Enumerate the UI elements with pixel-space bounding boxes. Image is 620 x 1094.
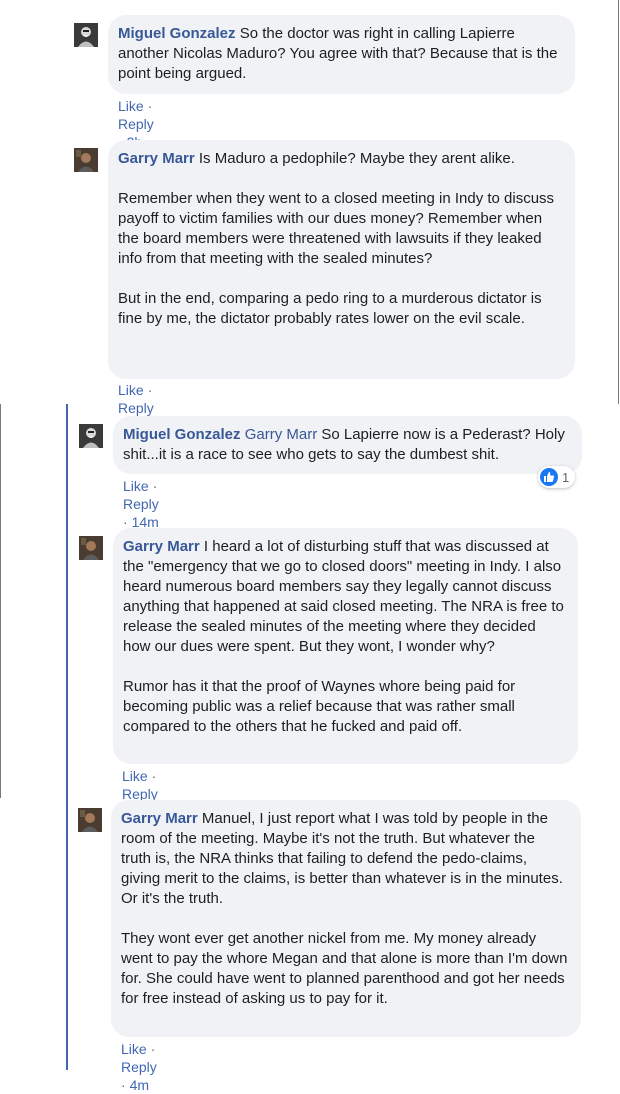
separator-dot: · <box>152 478 158 494</box>
avatar[interactable] <box>74 148 98 172</box>
reply-thread-line <box>66 798 68 1070</box>
reply-link[interactable]: Reply <box>121 1059 157 1075</box>
avatar[interactable] <box>78 808 102 832</box>
separator-dot: · <box>147 98 153 114</box>
reply-link[interactable]: Reply <box>118 116 154 132</box>
separator-dot: · <box>147 382 153 398</box>
comment-text: Miguel Gonzalez So the doctor was right … <box>118 24 563 84</box>
separator-dot: · <box>151 768 157 784</box>
comment-bubble: Garry Marr Is Maduro a pedophile? Maybe … <box>108 140 575 379</box>
comment-bubble: Garry Marr Manuel, I just report what I … <box>111 800 581 1037</box>
comment-text: Miguel Gonzalez Garry Marr So Lapierre n… <box>123 425 570 465</box>
mention-tag[interactable]: Garry Marr <box>245 426 318 443</box>
reply-link[interactable]: Reply <box>118 400 154 416</box>
author-name[interactable]: Garry Marr <box>123 538 200 555</box>
reaction-count: 1 <box>562 469 570 485</box>
edge-divider-left <box>0 404 1 798</box>
separator-dot: · <box>121 1077 126 1093</box>
reply-thread-line <box>66 404 68 798</box>
comment-bubble: Miguel Gonzalez So the doctor was right … <box>108 15 575 94</box>
edge-divider-top <box>618 0 619 404</box>
author-name[interactable]: Miguel Gonzalez <box>123 426 241 443</box>
comment-paragraph: Rumor has it that the proof of Waynes wh… <box>123 678 520 735</box>
like-link[interactable]: Like <box>122 768 148 784</box>
comment-body: Is Maduro a pedophile? Maybe they arent … <box>198 150 515 167</box>
comment-bubble: Garry Marr I heard a lot of disturbing s… <box>113 528 578 764</box>
reaction-summary[interactable]: 1 <box>538 466 576 488</box>
like-link[interactable]: Like <box>118 98 144 114</box>
author-name[interactable]: Garry Marr <box>121 810 198 827</box>
comment-text: Garry Marr Is Maduro a pedophile? Maybe … <box>118 149 563 169</box>
author-name[interactable]: Garry Marr <box>118 150 195 167</box>
separator-dot: · <box>150 1041 156 1057</box>
comment-text: Garry Marr I heard a lot of disturbing s… <box>123 537 566 657</box>
like-link[interactable]: Like <box>121 1041 147 1057</box>
avatar[interactable] <box>79 424 103 448</box>
timestamp[interactable]: 4m <box>130 1077 149 1093</box>
comment-actions: Like · Reply · 14m <box>123 477 159 531</box>
avatar[interactable] <box>74 23 98 47</box>
comment-paragraph: They wont ever get another nickel from m… <box>121 930 572 1007</box>
author-name[interactable]: Miguel Gonzalez <box>118 25 236 42</box>
comment-bubble: Miguel Gonzalez Garry Marr So Lapierre n… <box>113 416 582 474</box>
avatar[interactable] <box>79 536 103 560</box>
comment-paragraph: But in the end, comparing a pedo ring to… <box>118 290 546 327</box>
thumbs-up-icon <box>540 468 558 486</box>
comment-body: I heard a lot of disturbing stuff that w… <box>123 538 569 655</box>
like-link[interactable]: Like <box>123 478 149 494</box>
comment-actions: Like · Reply · 4m <box>121 1040 157 1094</box>
like-link[interactable]: Like <box>118 382 144 398</box>
comment-text: Garry Marr Manuel, I just report what I … <box>121 809 569 909</box>
comment-paragraph: Remember when they went to a closed meet… <box>118 190 559 267</box>
reply-link[interactable]: Reply <box>123 496 159 512</box>
